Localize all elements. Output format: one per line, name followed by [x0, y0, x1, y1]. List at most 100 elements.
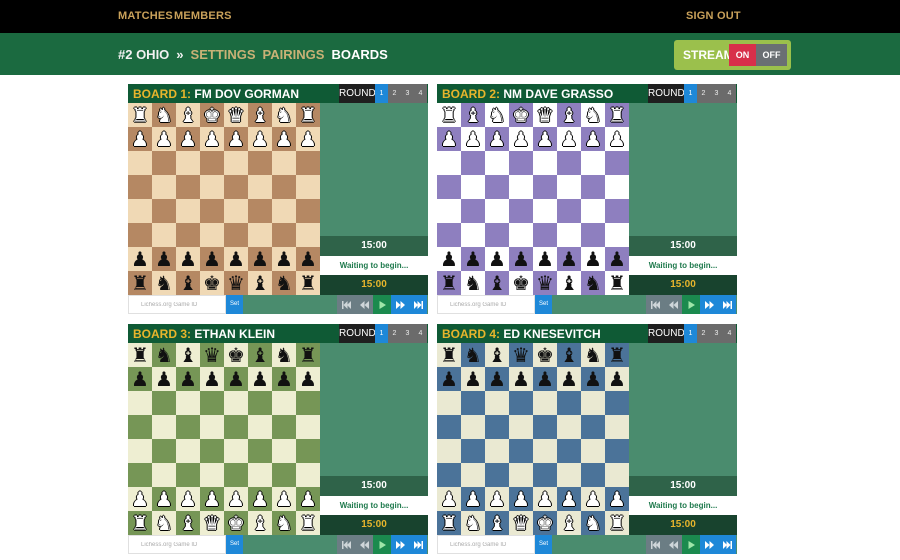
board-square[interactable]: ♝ [176, 511, 200, 535]
board-square[interactable]: ♜ [296, 103, 320, 127]
board-square[interactable] [224, 463, 248, 487]
last-move-button[interactable] [718, 295, 736, 314]
board-square[interactable]: ♟ [128, 247, 152, 271]
board-square[interactable] [128, 391, 152, 415]
board-square[interactable]: ♟ [485, 367, 509, 391]
board-square[interactable]: ♟ [461, 127, 485, 151]
board-square[interactable]: ♜ [605, 343, 629, 367]
board-square[interactable]: ♟ [272, 487, 296, 511]
board-square[interactable] [152, 223, 176, 247]
board-square[interactable] [557, 463, 581, 487]
board-square[interactable] [605, 175, 629, 199]
board-square[interactable]: ♟ [437, 367, 461, 391]
board-square[interactable]: ♛ [224, 103, 248, 127]
board-square[interactable]: ♟ [296, 367, 320, 391]
white-pawn-icon[interactable]: ♟ [512, 489, 530, 509]
black-bishop-icon[interactable]: ♝ [251, 345, 269, 365]
board-square[interactable] [437, 175, 461, 199]
board-square[interactable] [296, 415, 320, 439]
white-knight-icon[interactable]: ♞ [584, 513, 602, 533]
board-square[interactable]: ♟ [509, 367, 533, 391]
board-square[interactable] [605, 415, 629, 439]
nav-matches-link[interactable]: MATCHES [118, 10, 173, 22]
board-square[interactable]: ♛ [200, 343, 224, 367]
board-square[interactable]: ♟ [200, 247, 224, 271]
board-square[interactable]: ♟ [176, 127, 200, 151]
black-pawn-icon[interactable]: ♟ [299, 249, 317, 269]
board-square[interactable] [485, 439, 509, 463]
black-pawn-icon[interactable]: ♟ [512, 369, 530, 389]
white-knight-icon[interactable]: ♞ [275, 513, 293, 533]
board-square[interactable]: ♟ [533, 247, 557, 271]
board-square[interactable] [437, 391, 461, 415]
black-rook-icon[interactable]: ♜ [131, 345, 149, 365]
board-square[interactable] [509, 151, 533, 175]
board-square[interactable]: ♟ [581, 487, 605, 511]
board-square[interactable]: ♝ [485, 271, 509, 295]
board-square[interactable] [461, 463, 485, 487]
white-rook-icon[interactable]: ♜ [131, 105, 149, 125]
black-pawn-icon[interactable]: ♟ [608, 369, 626, 389]
board-square[interactable]: ♟ [437, 487, 461, 511]
board-square[interactable] [152, 439, 176, 463]
white-pawn-icon[interactable]: ♟ [251, 129, 269, 149]
black-knight-icon[interactable]: ♞ [584, 273, 602, 293]
black-pawn-icon[interactable]: ♟ [584, 249, 602, 269]
board-square[interactable]: ♟ [224, 247, 248, 271]
white-pawn-icon[interactable]: ♟ [440, 129, 458, 149]
chessboard[interactable]: ♜ ♞ ♝ ♛ ♚ ♝ ♞ ♜ ♟ ♟ ♟ ♟ ♟ ♟ ♟ ♟ ♟ ♟ ♟ ♟ ♟ ♟ ♟ ♟ ♜ ♞ ♝ ♛ ♚ ♝ ♞ ♜ [128, 343, 320, 535]
board-square[interactable] [581, 199, 605, 223]
board-square[interactable] [152, 415, 176, 439]
board-square[interactable]: ♜ [296, 271, 320, 295]
board-square[interactable] [533, 439, 557, 463]
board-square[interactable]: ♝ [248, 103, 272, 127]
board-square[interactable]: ♝ [176, 103, 200, 127]
round-1-button[interactable]: 1 [684, 84, 697, 103]
prev-move-button[interactable] [664, 295, 682, 314]
board-square[interactable]: ♟ [200, 487, 224, 511]
round-2-button[interactable]: 2 [697, 324, 710, 343]
board-square[interactable]: ♝ [248, 343, 272, 367]
breadcrumb-settings-link[interactable]: SETTINGS [191, 47, 256, 62]
board-square[interactable] [437, 415, 461, 439]
board-square[interactable] [485, 415, 509, 439]
white-pawn-icon[interactable]: ♟ [560, 489, 578, 509]
white-king-icon[interactable]: ♚ [227, 513, 245, 533]
black-pawn-icon[interactable]: ♟ [131, 249, 149, 269]
board-square[interactable]: ♝ [176, 343, 200, 367]
black-bishop-icon[interactable]: ♝ [488, 273, 506, 293]
black-rook-icon[interactable]: ♜ [299, 273, 317, 293]
black-king-icon[interactable]: ♚ [203, 273, 221, 293]
black-pawn-icon[interactable]: ♟ [227, 369, 245, 389]
board-square[interactable] [605, 199, 629, 223]
board-square[interactable]: ♜ [437, 343, 461, 367]
white-pawn-icon[interactable]: ♟ [131, 489, 149, 509]
white-rook-icon[interactable]: ♜ [608, 513, 626, 533]
white-queen-icon[interactable]: ♛ [512, 513, 530, 533]
white-pawn-icon[interactable]: ♟ [488, 489, 506, 509]
board-square[interactable] [176, 223, 200, 247]
board-square[interactable] [272, 223, 296, 247]
black-pawn-icon[interactable]: ♟ [464, 249, 482, 269]
board-square[interactable] [224, 223, 248, 247]
board-square[interactable] [605, 391, 629, 415]
black-king-icon[interactable]: ♚ [512, 273, 530, 293]
board-square[interactable] [152, 391, 176, 415]
board-square[interactable]: ♟ [533, 487, 557, 511]
white-knight-icon[interactable]: ♞ [275, 105, 293, 125]
board-square[interactable] [224, 175, 248, 199]
black-knight-icon[interactable]: ♞ [464, 273, 482, 293]
board-square[interactable]: ♟ [461, 367, 485, 391]
board-square[interactable]: ♟ [176, 247, 200, 271]
white-pawn-icon[interactable]: ♟ [275, 129, 293, 149]
black-pawn-icon[interactable]: ♟ [299, 369, 317, 389]
black-pawn-icon[interactable]: ♟ [560, 249, 578, 269]
white-knight-icon[interactable]: ♞ [464, 513, 482, 533]
white-pawn-icon[interactable]: ♟ [512, 129, 530, 149]
white-rook-icon[interactable]: ♜ [131, 513, 149, 533]
board-square[interactable]: ♜ [296, 511, 320, 535]
black-knight-icon[interactable]: ♞ [155, 345, 173, 365]
board-square[interactable] [533, 391, 557, 415]
board-square[interactable]: ♟ [176, 487, 200, 511]
board-square[interactable] [533, 463, 557, 487]
